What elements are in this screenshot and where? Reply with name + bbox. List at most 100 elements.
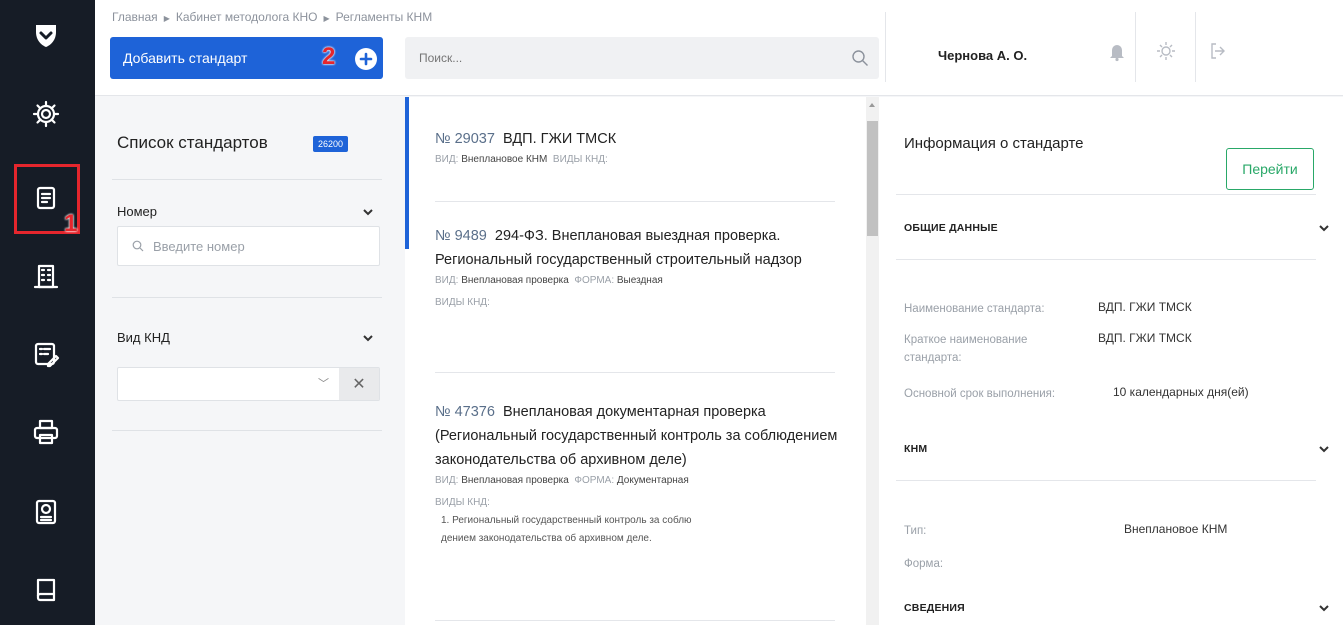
- search-icon[interactable]: [851, 49, 869, 67]
- standard-number[interactable]: № 9489: [435, 228, 487, 244]
- standards-list: № 29037 ВДП. ГЖИ ТМСК ВИД: Внеплановое К…: [405, 97, 879, 625]
- meta-label: ВИДЫ КНД:: [435, 297, 490, 308]
- meta-value: Внеплановое КНМ: [461, 154, 548, 165]
- field-label: стандарта:: [904, 352, 962, 364]
- list-scrollbar[interactable]: [866, 97, 879, 625]
- knd-kind-line: дением законодательства об архивном деле…: [441, 533, 652, 544]
- divider: [435, 620, 835, 621]
- breadcrumb: Главная ▶ Кабинет методолога КНО ▶ Регламент…: [112, 10, 432, 24]
- meta-label: ВИДЫ КНД:: [435, 497, 490, 508]
- search-box: [405, 37, 879, 79]
- divider: [1195, 12, 1196, 82]
- meta-label: ВИД:: [435, 275, 459, 286]
- field-value: ВДП. ГЖИ ТМСК: [1098, 331, 1192, 345]
- field-value: Внеплановое КНМ: [1124, 522, 1228, 536]
- vid-knd-select[interactable]: ﹀ ✕: [117, 367, 380, 401]
- field-value: 10 календарных дня(ей): [1113, 385, 1249, 399]
- clear-icon[interactable]: ✕: [339, 368, 379, 400]
- divider: [885, 12, 886, 82]
- add-standard-button[interactable]: Добавить стандарт 2: [110, 37, 383, 79]
- info-title: Информация о стандарте: [904, 135, 1084, 152]
- active-item-indicator: [405, 97, 409, 249]
- list-item[interactable]: № 9489 294-ФЗ. Внеплановая выездная пров…: [435, 224, 845, 312]
- number-filter-label: Номер: [117, 204, 158, 219]
- sun-settings-icon[interactable]: [1155, 40, 1177, 62]
- divider: [112, 297, 382, 298]
- filters-panel: Список стандартов 26200 Номер Введите но…: [95, 97, 405, 625]
- section-general[interactable]: ОБЩИЕ ДАННЫЕ: [904, 222, 998, 234]
- meta-label: ВИД:: [435, 475, 459, 486]
- meta-value: Внеплановая проверка: [461, 275, 569, 286]
- standard-title: Внеплановая документарная проверка (Реги…: [435, 404, 838, 468]
- chevron-down-icon[interactable]: [361, 205, 375, 219]
- scrollbar-thumb[interactable]: [867, 121, 878, 236]
- divider: [435, 372, 835, 373]
- search-icon: [132, 240, 144, 252]
- standard-number[interactable]: № 29037: [435, 131, 495, 147]
- divider: [112, 179, 382, 180]
- field-label: Форма:: [904, 558, 944, 570]
- field-label: Краткое наименование: [904, 334, 1028, 346]
- divider: [435, 201, 835, 202]
- building-icon[interactable]: [28, 258, 64, 294]
- divider: [896, 194, 1316, 195]
- chevron-down-icon[interactable]: [1317, 601, 1331, 615]
- breadcrumb-home[interactable]: Главная: [112, 10, 158, 24]
- breadcrumb-current: Регламенты КНМ: [335, 10, 433, 24]
- chevron-down-icon[interactable]: [1317, 442, 1331, 456]
- scroll-up-arrow-icon[interactable]: [869, 103, 875, 107]
- divider: [112, 430, 382, 431]
- add-standard-label: Добавить стандарт: [123, 50, 248, 66]
- field-label: Наименование стандарта:: [904, 303, 1045, 315]
- book-icon[interactable]: [28, 572, 64, 608]
- list-item[interactable]: № 29037 ВДП. ГЖИ ТМСК ВИД: Внеплановое К…: [435, 127, 845, 169]
- divider: [896, 480, 1316, 481]
- standards-count-badge: 26200: [313, 136, 349, 152]
- bell-icon[interactable]: [1106, 40, 1128, 62]
- annotation-marker-2: 2: [322, 43, 336, 70]
- number-input-placeholder: Введите номер: [153, 238, 245, 254]
- vid-knd-filter-label: Вид КНД: [117, 330, 170, 345]
- number-search-field[interactable]: Введите номер: [117, 226, 380, 266]
- meta-label: ВИД:: [435, 154, 459, 165]
- logo-shield-icon[interactable]: [28, 18, 64, 54]
- knd-kind-line: 1. Региональный государственный контроль…: [441, 515, 692, 526]
- breadcrumb-separator-icon: ▶: [323, 14, 330, 23]
- dropdown-arrow-icon[interactable]: ﹀: [318, 375, 329, 391]
- standard-info-panel: Информация о стандарте Перейти ОБЩИЕ ДАН…: [879, 97, 1343, 625]
- standard-number[interactable]: № 47376: [435, 404, 495, 420]
- standards-list-title: Список стандартов: [117, 133, 268, 152]
- field-label: Тип:: [904, 525, 927, 537]
- section-info[interactable]: СВЕДЕНИЯ: [904, 602, 965, 614]
- logout-icon[interactable]: [1207, 40, 1229, 62]
- printer-icon[interactable]: [28, 414, 64, 450]
- breadcrumb-cabinet[interactable]: Кабинет методолога КНО: [176, 10, 318, 24]
- section-knm[interactable]: КНМ: [904, 443, 927, 455]
- plus-circle-icon: [355, 48, 377, 70]
- divider: [896, 259, 1316, 260]
- list-item[interactable]: № 47376 Внеплановая документарная провер…: [435, 400, 845, 548]
- standard-title: 294-ФЗ. Внеплановая выездная проверка. Р…: [435, 228, 802, 268]
- field-label: Основной срок выполнения:: [904, 388, 1056, 400]
- user-name[interactable]: Чернова А. О.: [938, 48, 1027, 63]
- divider: [1135, 12, 1136, 82]
- go-button[interactable]: Перейти: [1226, 148, 1314, 190]
- certificate-icon[interactable]: [28, 494, 64, 530]
- field-value: ВДП. ГЖИ ТМСК: [1098, 300, 1192, 314]
- sidebar: [0, 0, 95, 625]
- meta-value: Документарная: [616, 475, 689, 486]
- meta-label: ФОРМА:: [574, 275, 615, 286]
- search-input[interactable]: [405, 37, 825, 79]
- standard-title: ВДП. ГЖИ ТМСК: [502, 131, 617, 147]
- topbar: Главная ▶ Кабинет методолога КНО ▶ Регламент…: [95, 0, 1343, 96]
- chevron-down-icon[interactable]: [361, 331, 375, 345]
- annotation-marker-1: 1: [64, 210, 78, 237]
- meta-label: ФОРМА:: [574, 475, 615, 486]
- breadcrumb-separator-icon: ▶: [163, 14, 170, 23]
- chevron-down-icon[interactable]: [1317, 221, 1331, 235]
- meta-value: Выездная: [616, 275, 663, 286]
- checklist-edit-icon[interactable]: [28, 336, 64, 372]
- meta-value: Внеплановая проверка: [461, 475, 569, 486]
- settings-gear-icon[interactable]: [28, 96, 64, 132]
- meta-label: ВИДЫ КНД:: [552, 154, 608, 165]
